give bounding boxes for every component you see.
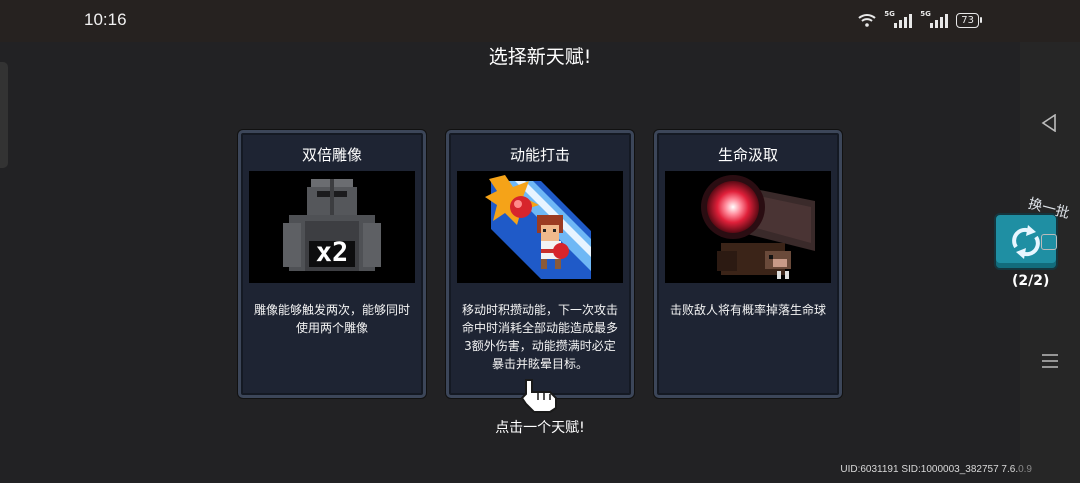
battery-icon: 73 xyxy=(956,12,982,28)
talent-card-life-steal[interactable]: 生命汲取 击败敌人将有概率掉落生命球 xyxy=(654,130,842,398)
hint-text: 点击一个天赋! xyxy=(495,420,585,436)
card-description: 雕像能够触发两次，能够同时使用两个雕像 xyxy=(253,303,410,335)
talent-card-kinetic-strike[interactable]: 动能打击 移动时积攒动能，下一次攻击命中时消耗全部动能造成最多3额外伤害，动能攒… xyxy=(446,130,634,398)
x2-badge: x2 xyxy=(315,237,349,268)
card-title: 生命汲取 xyxy=(717,146,778,164)
signal-2-icon: 5G xyxy=(920,10,949,28)
back-icon[interactable] xyxy=(1041,114,1057,132)
life-orb-icon xyxy=(665,171,831,283)
uid-footer: UID:6031191 SID:1000003_382757 7.6.0.9 xyxy=(840,464,1032,475)
card-title: 动能打击 xyxy=(509,146,570,164)
card-description: 击败敌人将有概率掉落生命球 xyxy=(669,303,826,317)
clock: 10:16 xyxy=(84,10,127,29)
statue-knight-icon: x2 xyxy=(249,171,415,283)
home-icon[interactable] xyxy=(1041,234,1057,250)
page-title: 选择新天赋! xyxy=(488,46,592,68)
pointing-hand-icon xyxy=(520,378,560,418)
signal-1-icon: 5G xyxy=(884,10,913,28)
boxer-punch-icon xyxy=(457,171,623,283)
card-title: 双倍雕像 xyxy=(301,146,362,164)
refresh-count: (2/2) xyxy=(1012,273,1050,289)
version-suffix: 0.9 xyxy=(1018,464,1032,475)
status-icons: 5G 5G 73 xyxy=(858,10,982,28)
talent-card-double-statue[interactable]: 双倍雕像 x2 雕像能够触发两次，能够同时使用两个雕像 xyxy=(238,130,426,398)
wifi-icon xyxy=(858,14,876,27)
left-edge-handle xyxy=(0,62,8,168)
uid-text: UID:6031191 SID:1000003_382757 7.6. xyxy=(840,464,1019,475)
recents-icon[interactable] xyxy=(1041,353,1059,369)
status-bar: 10:16 5G 5G 73 xyxy=(0,0,1080,42)
card-description: 移动时积攒动能，下一次攻击命中时消耗全部动能造成最多3额外伤害，动能攒满时必定暴… xyxy=(461,303,618,371)
